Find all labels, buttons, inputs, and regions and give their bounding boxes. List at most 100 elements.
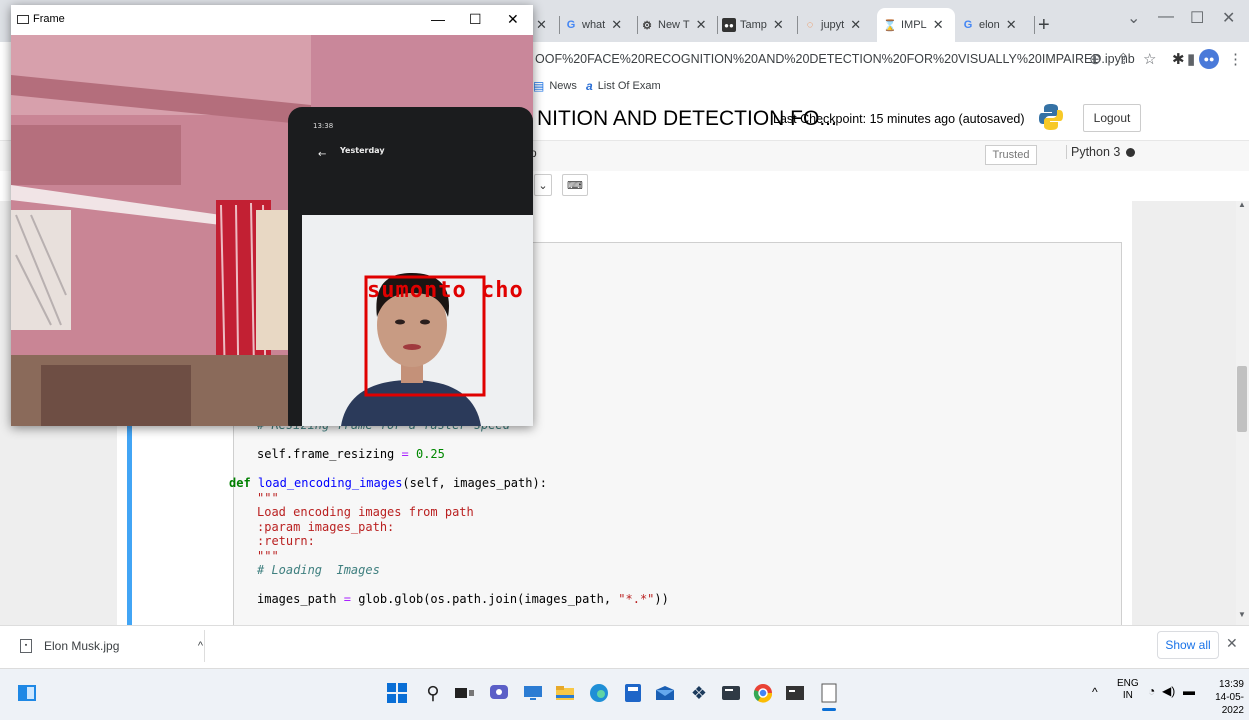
bookmark-label: List Of Exam bbox=[597, 80, 661, 92]
mail-icon[interactable] bbox=[652, 680, 678, 706]
start-icon[interactable] bbox=[384, 680, 410, 706]
scroll-down-icon[interactable]: ▼ bbox=[1238, 610, 1246, 619]
side-panel-icon[interactable]: ▮ bbox=[1187, 50, 1195, 68]
tab-generic[interactable]: ✕ bbox=[530, 8, 560, 42]
tab-label: Tamp bbox=[740, 19, 767, 31]
clock[interactable]: 13:39 14-05-2022 bbox=[1198, 678, 1244, 717]
bookmark-list-of-exam[interactable]: a List Of Exam bbox=[586, 79, 661, 93]
menu-kebab-icon[interactable]: ⋮ bbox=[1228, 50, 1243, 68]
frame-titlebar[interactable] bbox=[11, 5, 533, 35]
tab-label: New T bbox=[658, 19, 690, 31]
active-app-indicator bbox=[822, 708, 836, 711]
close-tab-icon[interactable]: ✕ bbox=[933, 17, 944, 33]
terminal-icon[interactable] bbox=[718, 680, 744, 706]
chevron-up-icon[interactable]: ^ bbox=[198, 640, 203, 652]
tab-label: elon bbox=[979, 19, 1000, 31]
image-file-icon: ▪ bbox=[20, 639, 32, 653]
google-icon: G bbox=[963, 19, 973, 31]
edge-icon[interactable] bbox=[586, 680, 612, 706]
checkpoint-status: Last Checkpoint: 15 minutes ago (autosav… bbox=[773, 112, 1025, 126]
logout-button[interactable]: Logout bbox=[1083, 104, 1141, 132]
code-token: images_path bbox=[257, 592, 337, 606]
camera-feed: 13:38 ← Yesterday sumonto cho bbox=[11, 35, 533, 426]
frame-close-button[interactable]: ✕ bbox=[507, 11, 519, 28]
maximize-button[interactable]: ☐ bbox=[1190, 8, 1204, 28]
show-hidden-icons-chevron-icon[interactable]: ^ bbox=[1092, 685, 1098, 699]
tab-google-elon[interactable]: G elon ✕ bbox=[961, 8, 1035, 42]
tab-search-icon[interactable]: ⌄ bbox=[1127, 8, 1140, 28]
tab-label: IMPL bbox=[901, 19, 927, 31]
tab-jupyter[interactable]: ◌ jupyt ✕ bbox=[803, 8, 875, 42]
dropbox-icon[interactable]: ❖ bbox=[686, 680, 712, 706]
close-window-button[interactable]: ✕ bbox=[1222, 8, 1235, 28]
task-view-icon[interactable] bbox=[452, 680, 478, 706]
scrollbar-thumb[interactable] bbox=[1237, 366, 1247, 432]
wifi-icon[interactable]: ◔ bbox=[1148, 684, 1155, 698]
jupyter-icon: ◌ bbox=[806, 19, 814, 31]
zoom-icon[interactable]: ⊕ bbox=[1089, 50, 1102, 68]
language-indicator[interactable]: ENG IN bbox=[1117, 678, 1139, 702]
desktop-icon[interactable] bbox=[520, 680, 546, 706]
code-docstring: """ bbox=[257, 548, 279, 563]
exam-icon: a bbox=[586, 79, 593, 93]
chrome-icon[interactable] bbox=[750, 680, 776, 706]
tab-implementation-active[interactable]: ⌛ IMPL ✕ bbox=[877, 8, 955, 42]
code-docstring: """ bbox=[257, 490, 279, 505]
code-token: self.frame_resizing bbox=[257, 447, 395, 461]
hourglass-icon: ⌛ bbox=[883, 19, 897, 32]
code-token: )) bbox=[654, 592, 669, 606]
cmd-icon[interactable] bbox=[782, 680, 808, 706]
scroll-up-icon[interactable]: ▲ bbox=[1238, 200, 1246, 209]
search-icon[interactable]: ⚲ bbox=[420, 680, 446, 706]
close-tab-icon[interactable]: ✕ bbox=[850, 17, 861, 33]
close-tab-icon[interactable]: ✕ bbox=[696, 17, 707, 33]
download-divider bbox=[204, 630, 205, 662]
widgets-icon[interactable] bbox=[14, 680, 40, 706]
kernel-indicator: Python 3 bbox=[1066, 145, 1136, 159]
camera-scene: 13:38 ← Yesterday bbox=[11, 35, 533, 426]
frame-maximize-button[interactable]: ☐ bbox=[469, 11, 482, 28]
close-tab-icon[interactable]: ✕ bbox=[1006, 17, 1017, 33]
address-bar[interactable]: OOF%20FACE%20RECOGNITION%20AND%20DETECTI… bbox=[535, 52, 1135, 66]
bookmark-news[interactable]: ▤ News bbox=[533, 79, 577, 93]
close-tab-icon[interactable]: ✕ bbox=[536, 17, 547, 33]
minimize-button[interactable]: — bbox=[1158, 8, 1174, 26]
kernel-status-icon bbox=[1126, 147, 1136, 157]
tab-label: what bbox=[582, 19, 606, 31]
show-all-button[interactable]: Show all bbox=[1157, 631, 1219, 659]
close-tab-icon[interactable]: ✕ bbox=[611, 17, 622, 33]
chatbot-icon: ⚙ bbox=[642, 19, 652, 32]
code-editor[interactable]: # Resizing frame for a faster speed self… bbox=[229, 418, 669, 607]
volume-icon[interactable]: ◀) bbox=[1162, 684, 1175, 698]
code-token: glob.glob(os.path.join(images_path, bbox=[358, 592, 619, 606]
close-tab-icon[interactable]: ✕ bbox=[773, 17, 784, 33]
trusted-badge[interactable]: Trusted bbox=[985, 145, 1037, 165]
frame-minimize-button[interactable]: — bbox=[431, 11, 445, 27]
close-download-bar-icon[interactable]: ✕ bbox=[1226, 635, 1238, 652]
tab-google-what[interactable]: G what ✕ bbox=[564, 8, 638, 42]
svg-text:Yesterday: Yesterday bbox=[339, 146, 385, 155]
file-explorer-icon[interactable] bbox=[552, 680, 578, 706]
tab-tampermonkey[interactable]: ●● Tamp ✕ bbox=[722, 8, 798, 42]
code-keyword: def bbox=[229, 476, 251, 490]
tampermonkey-icon: ●● bbox=[722, 18, 736, 32]
chat-icon[interactable] bbox=[486, 680, 512, 706]
code-string: "*.*" bbox=[618, 592, 655, 606]
code-docstring: Load encoding images from path bbox=[257, 505, 474, 519]
extensions-icon[interactable]: ✱ bbox=[1172, 50, 1185, 68]
share-icon[interactable]: ⇪ bbox=[1117, 50, 1130, 68]
profile-avatar[interactable]: ●● bbox=[1199, 49, 1219, 69]
tab-newtab[interactable]: ⚙ New T ✕ bbox=[640, 8, 718, 42]
cell-type-dropdown-chevron-icon[interactable]: ⌄ bbox=[534, 174, 552, 196]
document-icon[interactable] bbox=[816, 680, 842, 706]
frame-window[interactable]: Frame — ☐ ✕ 13:38 ← Yesterday sumonto ch… bbox=[11, 5, 533, 426]
bookmark-star-icon[interactable]: ☆ bbox=[1143, 50, 1156, 68]
command-palette-keyboard-icon[interactable]: ⌨ bbox=[562, 174, 588, 196]
frame-app-icon bbox=[17, 15, 29, 24]
kernel-name: Python 3 bbox=[1071, 145, 1121, 159]
new-tab-button[interactable]: + bbox=[1038, 14, 1050, 37]
calculator-icon[interactable] bbox=[620, 680, 646, 706]
download-item[interactable]: ▪ Elon Musk.jpg ^ bbox=[20, 634, 203, 658]
news-icon: ▤ bbox=[533, 79, 545, 93]
battery-icon[interactable]: ▬ bbox=[1183, 684, 1195, 698]
